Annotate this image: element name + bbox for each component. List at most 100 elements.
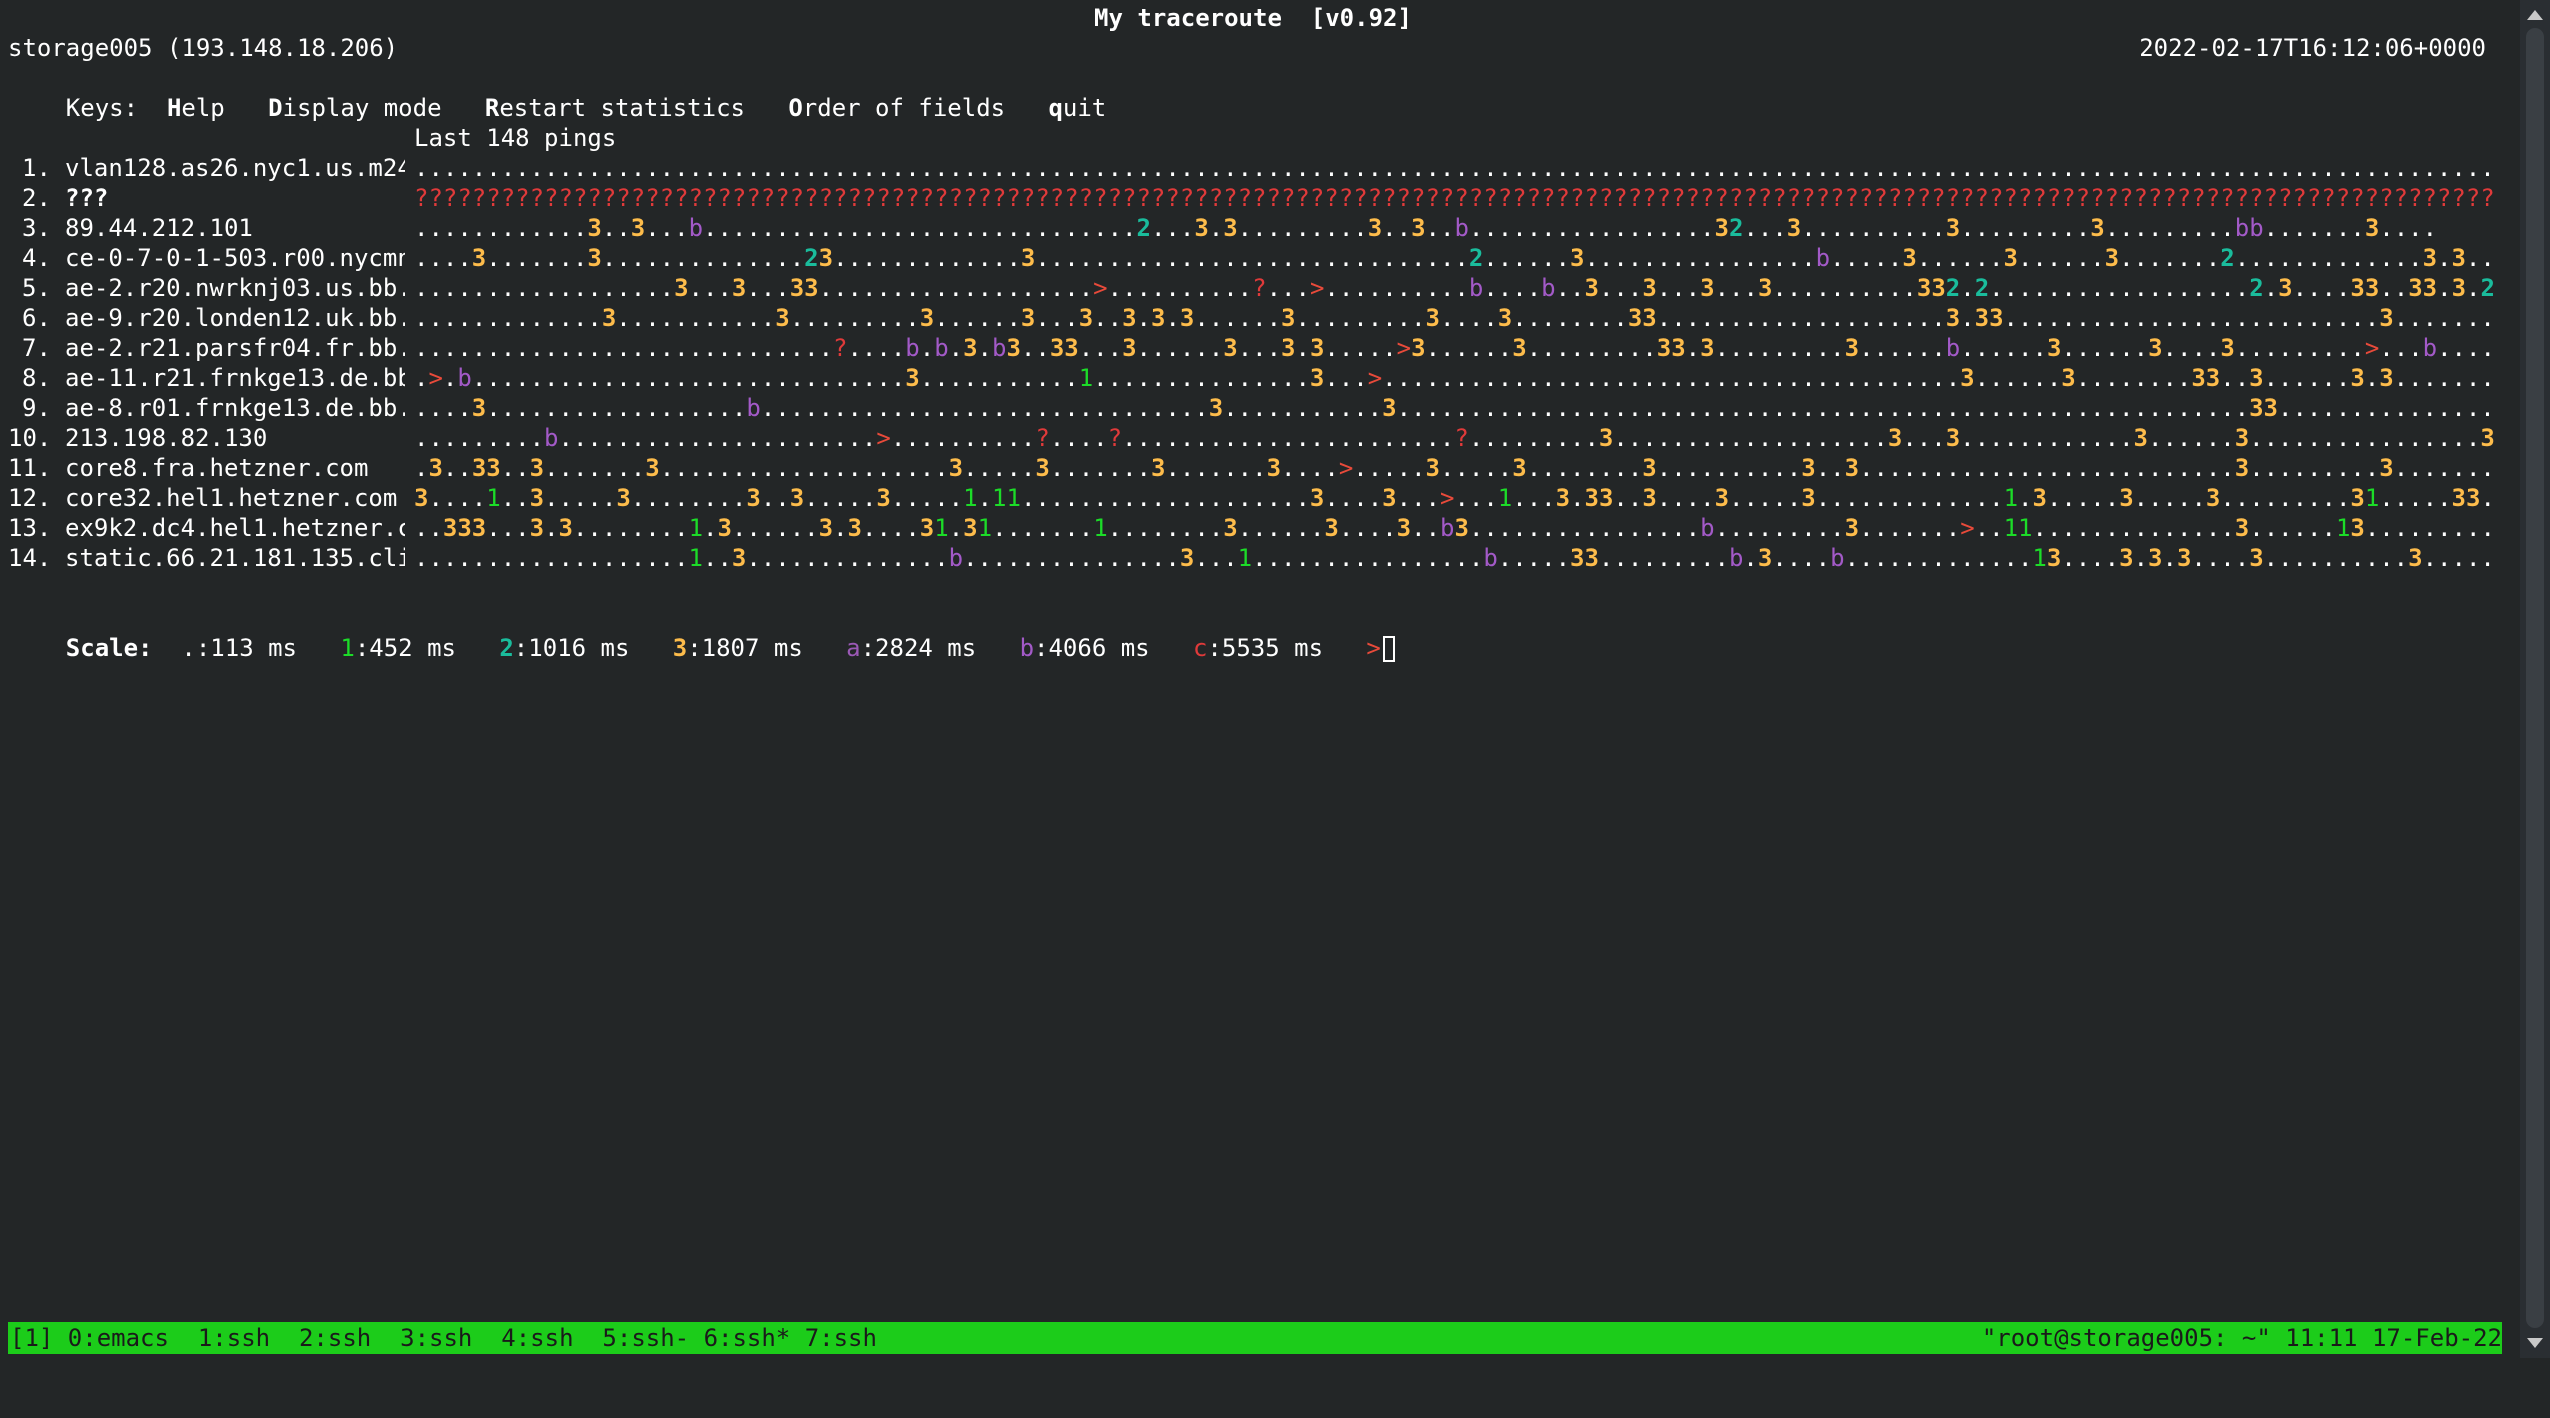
hop-row: 9. ae-8.r01.frnkge13.de.bb. ....3.........… [8, 393, 2498, 423]
scale-value: :113 ms [195, 634, 298, 662]
key-order-of-fields[interactable]: Order of fields [788, 94, 1005, 122]
hop-number: 4. [22, 244, 51, 272]
hop-row: 13. ex9k2.dc4.hel1.hetzner.c ..333...3.3..… [8, 513, 2498, 543]
scale-item: b:4066 ms [1020, 634, 1150, 662]
hop-number: 8. [22, 364, 51, 392]
tmux-window-list[interactable]: [1] 0:emacs 1:ssh 2:ssh 3:ssh 4:ssh 5:ss… [10, 1322, 877, 1354]
hop-host: ??? [65, 184, 109, 212]
key-quit[interactable]: quit [1048, 94, 1106, 122]
scrollbar[interactable] [2520, 0, 2550, 1358]
hop-host: static.66.21.181.135.cli [65, 544, 405, 572]
hop-host: ex9k2.dc4.hel1.hetzner.c [65, 514, 405, 542]
hop-host: 213.198.82.130 [65, 424, 268, 452]
key-help[interactable]: Help [167, 94, 225, 122]
hop-host: ae-8.r01.frnkge13.de.bb. [65, 394, 405, 422]
hop-ping-history: ........................................… [414, 154, 2494, 182]
hop-number: 7. [22, 334, 51, 362]
key-display-mode[interactable]: Display mode [268, 94, 441, 122]
tmux-status-right: "root@storage005: ~" 11:11 17-Feb-22 [1981, 1324, 2502, 1352]
hop-ping-history: ..333...3.3........1.3......3.3....31.31… [414, 514, 2494, 542]
hop-number: 13. [8, 514, 52, 542]
tmux-status-bar: [1] 0:emacs 1:ssh 2:ssh 3:ssh 4:ssh 5:ss… [8, 1322, 2502, 1354]
scale-label: Scale: [65, 634, 153, 662]
scale-symbol: 3 [672, 634, 688, 662]
scale-value: :5535 ms [1207, 634, 1324, 662]
hop-row: 8. ae-11.r21.frnkge13.de.bb .>.b..........… [8, 363, 2498, 393]
scale-value: :1016 ms [513, 634, 630, 662]
scrollbar-thumb[interactable] [2526, 28, 2544, 1328]
hop-row: 14. static.66.21.181.135.cli.............… [8, 543, 2498, 573]
hop-ping-history: .>.b..............................3.....… [414, 364, 2494, 392]
scale-symbol: . [181, 634, 196, 662]
hop-host: vlan128.as26.nyc1.us.m24 [65, 154, 405, 182]
keys-label: Keys: [65, 94, 139, 122]
terminal-window[interactable]: My traceroute [v0.92] storage005 (193.14… [8, 0, 2518, 1322]
scale-items: .:113 ms 1:452 ms 2:1016 ms 3:1807 ms a:… [181, 634, 1380, 662]
scale-legend: Scale: .:113 ms 1:452 ms 2:1016 ms 3:180… [8, 603, 1395, 662]
scale-symbol: a [846, 634, 861, 662]
hop-host: core8.fra.hetzner.com [65, 454, 369, 482]
hop-number: 9. [22, 394, 51, 422]
hop-row: 7. ae-2.r21.parsfr04.fr.bb...............… [8, 333, 2498, 363]
hop-row: 11. core8.fra.hetzner.com .3..33..3.......… [8, 453, 2498, 483]
scale-item: .:113 ms [181, 634, 297, 662]
hop-ping-history: ....3..................b................… [414, 394, 2494, 422]
hop-row: 12. core32.hel1.hetzner.com 3....1..3.....… [8, 483, 2498, 513]
hop-number: 5. [22, 274, 51, 302]
hop-ping-history: ............3..3...b....................… [414, 214, 2438, 242]
scale-value: :452 ms [354, 634, 456, 662]
hop-ping-history: 3....1..3.....3........3..3.....3.....1.… [414, 484, 2494, 512]
hop-ping-history: .............................?....b.b.3.… [414, 334, 2494, 362]
hop-ping-history: ????????????????????????????????????????… [414, 184, 2494, 212]
scale-symbol: c [1192, 634, 1208, 662]
hop-ping-history: ....3.......3..............23...........… [414, 244, 2494, 272]
hop-host: core32.hel1.hetzner.com [65, 484, 398, 512]
scale-value: :2824 ms [860, 634, 977, 662]
key-restart-statistics[interactable]: Restart statistics [485, 94, 745, 122]
hop-number: 1. [22, 154, 51, 182]
hop-ping-history: .3..33..3.......3....................3..… [414, 454, 2494, 482]
hop-host: 89.44.212.101 [65, 214, 253, 242]
host-line: storage005 (193.148.18.206) [8, 34, 399, 62]
scale-item: c:5535 ms [1193, 634, 1323, 662]
scale-item: a:2824 ms [846, 634, 976, 662]
pings-header: Last 148 pings [414, 124, 617, 152]
scale-value: :4066 ms [1034, 634, 1150, 662]
scale-item: > [1366, 634, 1380, 662]
hop-host: ae-2.r20.nwrknj03.us.bb. [65, 274, 405, 302]
hop-number: 10. [8, 424, 52, 452]
scale-symbol: > [1366, 634, 1381, 662]
hop-row: 3. 89.44.212.101 ............3..3...b.....… [8, 213, 2498, 243]
hop-host: ae-11.r21.frnkge13.de.bb [65, 364, 405, 392]
scale-symbol: b [1019, 634, 1035, 662]
hop-ping-history: ...................1..3..............b..… [414, 544, 2494, 572]
hop-number: 12. [8, 484, 52, 512]
hop-number: 14. [8, 544, 52, 572]
hop-number: 2. [22, 184, 51, 212]
scale-item: 1:452 ms [340, 634, 456, 662]
hop-number: 6. [22, 304, 51, 332]
hop-host: ae-2.r21.parsfr04.fr.bb. [65, 334, 405, 362]
timestamp: 2022-02-17T16:12:06+0000 [2139, 34, 2486, 62]
hop-row: 5. ae-2.r20.nwrknj03.us.bb...............… [8, 273, 2498, 303]
scale-item: 2:1016 ms [499, 634, 629, 662]
hop-row: 2.??????????????????????????????????????… [8, 183, 2498, 213]
hop-host: ae-9.r20.londen12.uk.bb. [65, 304, 405, 332]
scale-value: :1807 ms [687, 634, 803, 662]
scroll-up-arrow-icon[interactable] [2527, 10, 2543, 20]
text-cursor [1382, 636, 1395, 662]
scroll-down-arrow-icon[interactable] [2527, 1338, 2543, 1348]
hop-ping-history: ..................3...3...33............… [414, 274, 2494, 302]
hop-ping-history: .............3...........3.........3....… [414, 304, 2494, 332]
app-title: My traceroute [v0.92] [1094, 4, 1412, 32]
hop-row: 10. 213.198.82.130 .........b.............… [8, 423, 2498, 453]
keys-bar: Keys: Help Display mode Restart statisti… [8, 63, 1106, 122]
hop-row: 1. vlan128.as26.nyc1.us.m24..............… [8, 153, 2498, 183]
scale-item: 3:1807 ms [673, 634, 803, 662]
hop-host: ce-0-7-0-1-503.r00.nycmn [65, 244, 405, 272]
hop-row: 4. ce-0-7-0-1-503.r00.nycmn ....3.......3.… [8, 243, 2498, 273]
scale-symbol: 1 [340, 634, 355, 662]
hop-ping-history: .........b......................>.......… [414, 424, 2494, 452]
scale-symbol: 2 [499, 634, 514, 662]
hop-number: 3. [22, 214, 51, 242]
